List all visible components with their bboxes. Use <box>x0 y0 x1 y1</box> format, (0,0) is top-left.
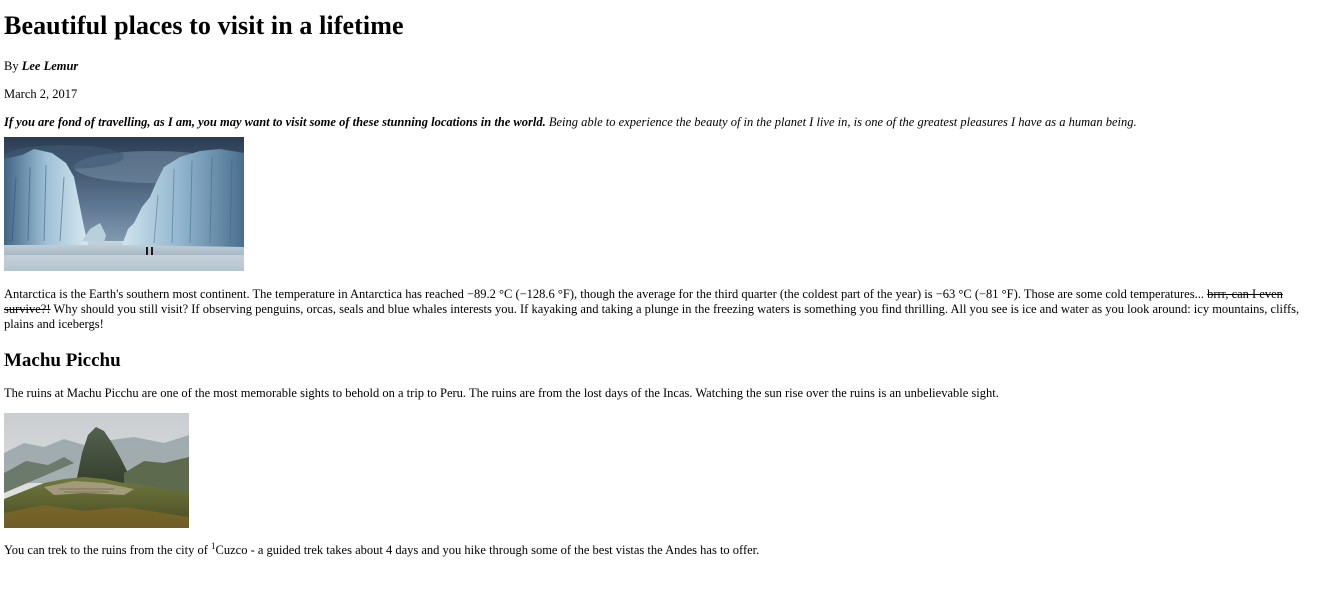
antarctica-text-2: Why should you still visit? If observing… <box>4 302 1300 331</box>
byline: By Lee Lemur <box>4 59 1337 74</box>
antarctica-text-1: Antarctica is the Earth's southern most … <box>4 287 1208 301</box>
trek-text-1: You can trek to the ruins from the city … <box>4 543 212 557</box>
trek-text-2: Cuzco - a guided trek takes about 4 days… <box>215 543 760 557</box>
intro-lead: If you are fond of travelling, as I am, … <box>4 115 546 129</box>
antarctica-paragraph: Antarctica is the Earth's southern most … <box>4 287 1322 332</box>
machu-picchu-image <box>4 413 189 528</box>
trek-paragraph: You can trek to the ruins from the city … <box>4 541 1337 558</box>
intro-paragraph: If you are fond of travelling, as I am, … <box>4 115 1337 130</box>
antarctica-image <box>4 137 244 271</box>
author-name: Lee Lemur <box>21 59 79 73</box>
article-title: Beautiful places to visit in a lifetime <box>4 11 404 40</box>
intro-rest: Being able to experience the beauty of i… <box>545 115 1137 129</box>
article: Beautiful places to visit in a lifetime … <box>0 10 1341 558</box>
byline-prefix: By <box>4 59 19 73</box>
machu-picchu-paragraph: The ruins at Machu Picchu are one of the… <box>4 386 999 400</box>
publish-date: March 2, 2017 <box>4 87 78 101</box>
machu-picchu-heading: Machu Picchu <box>4 350 121 371</box>
